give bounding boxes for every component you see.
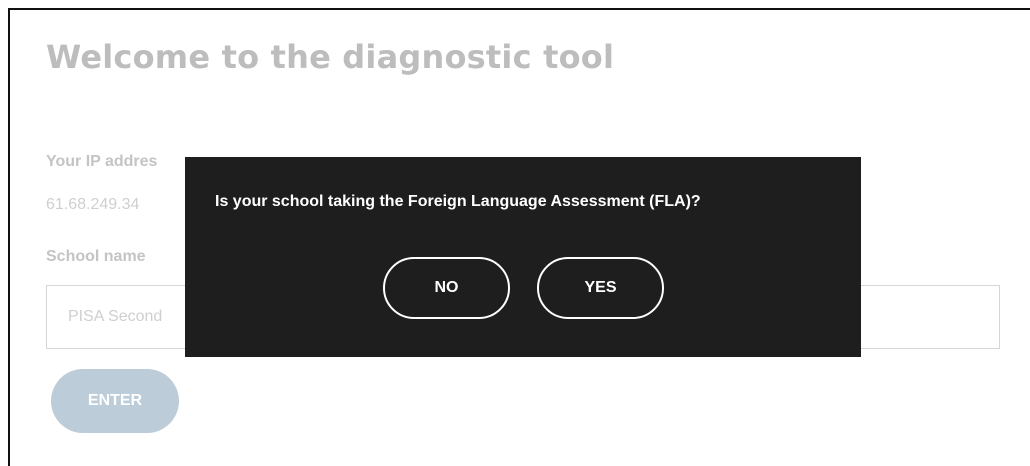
no-button[interactable]: NO xyxy=(383,257,510,319)
yes-button[interactable]: YES xyxy=(537,257,664,319)
fla-modal: Is your school taking the Foreign Langua… xyxy=(185,157,861,357)
page-title: Welcome to the diagnostic tool xyxy=(46,38,615,76)
ip-address-value: 61.68.249.34 xyxy=(46,196,140,213)
school-name-label: School name xyxy=(46,248,146,265)
ip-address-label: Your IP addres xyxy=(46,153,158,170)
enter-button[interactable]: ENTER xyxy=(51,369,179,433)
modal-question: Is your school taking the Foreign Langua… xyxy=(215,193,701,210)
